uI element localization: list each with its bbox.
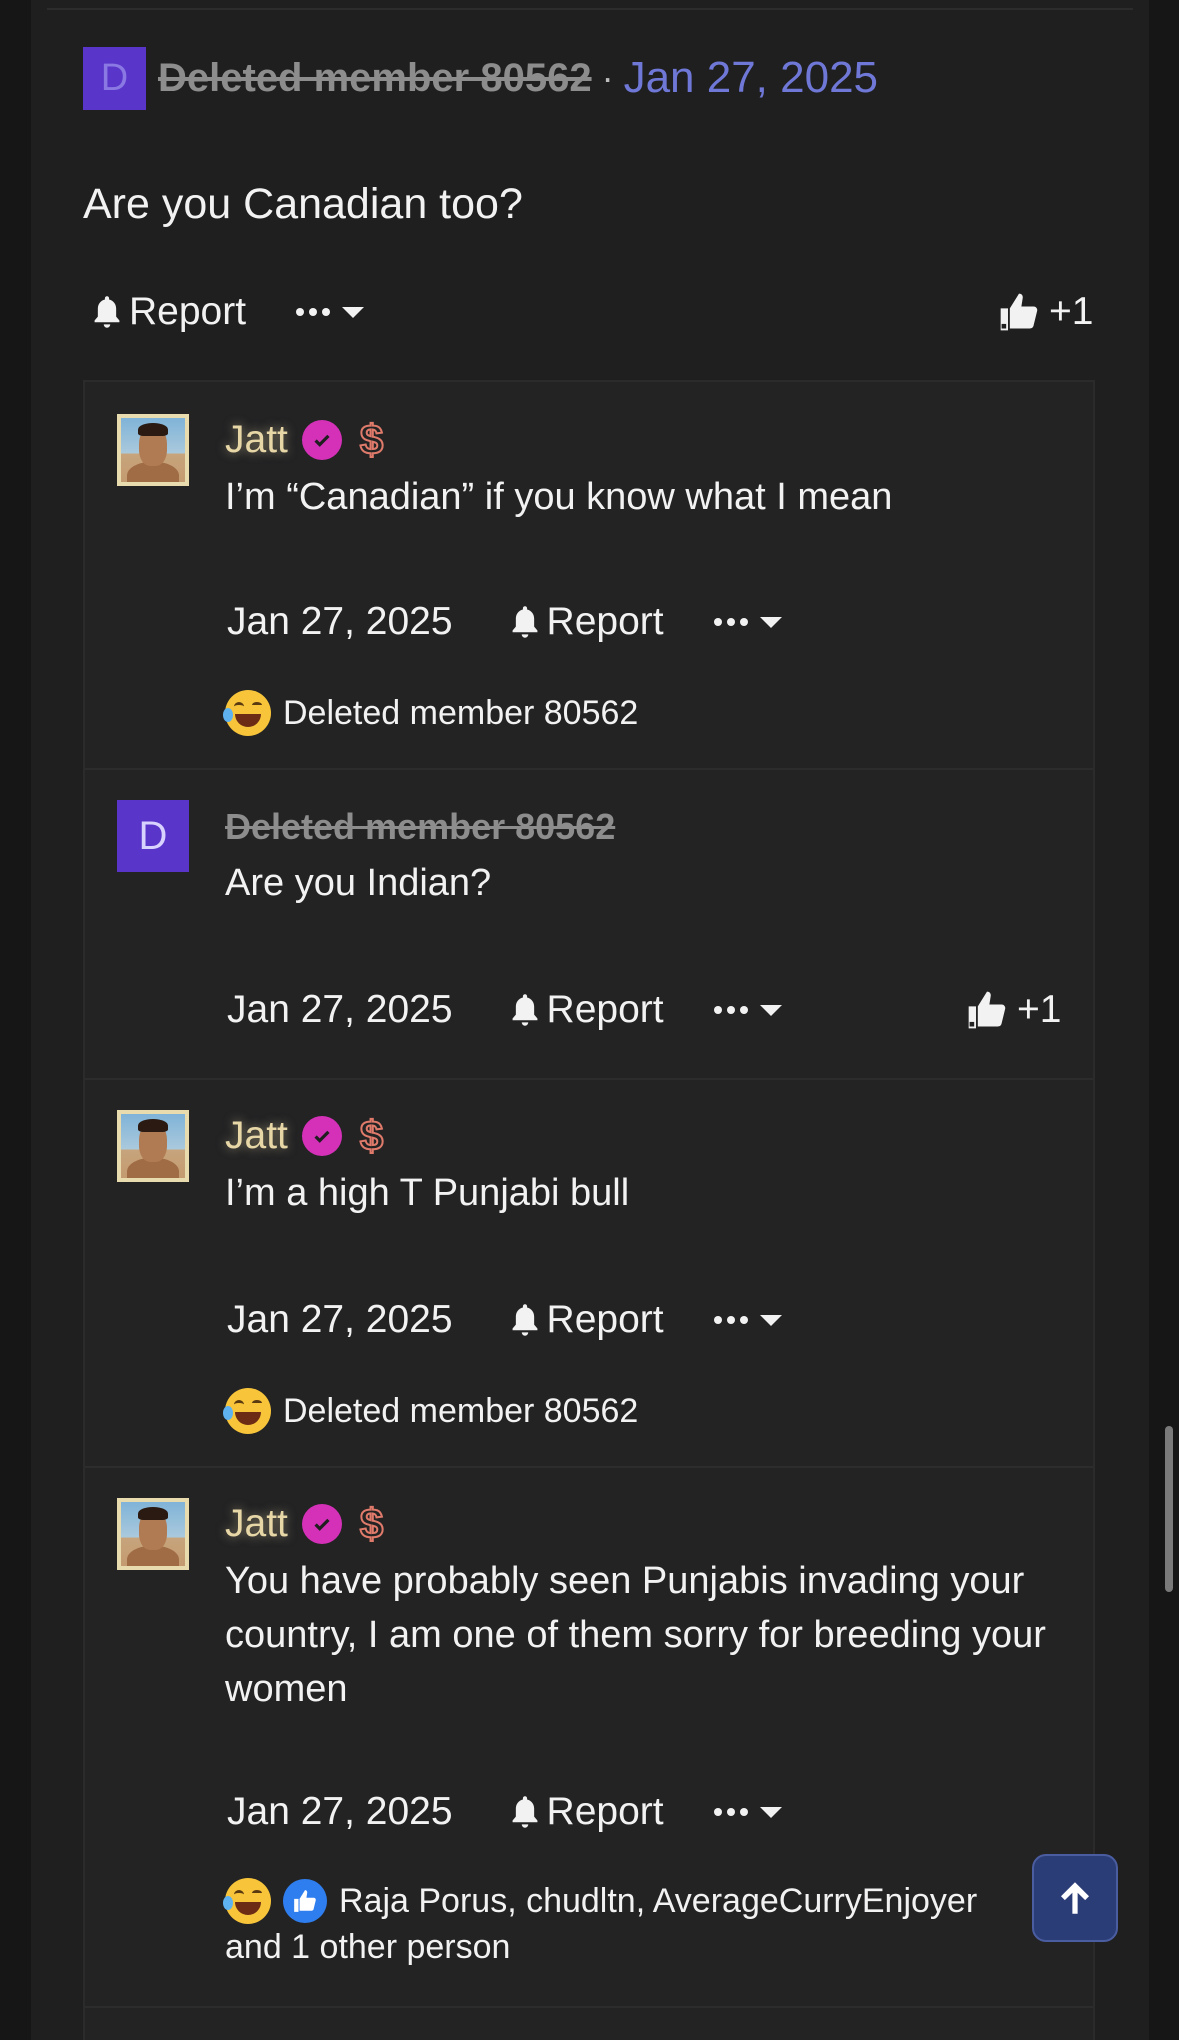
laughing-emoji-icon (223, 1878, 271, 1924)
more-dots-icon (296, 308, 331, 316)
dollar-icon: $ (359, 1111, 384, 1160)
reply-header: Jatt $ (225, 415, 384, 464)
like-emoji-icon (283, 1879, 327, 1923)
reactions-summary[interactable]: Deleted member 80562 (223, 690, 639, 736)
scroll-to-top-button[interactable] (1032, 1854, 1118, 1942)
caret-down-icon (759, 616, 782, 628)
reactions-summary[interactable]: Raja Porus, chudltn, AverageCurryEnjoyer… (223, 1878, 978, 1967)
more-dots-icon (713, 1316, 748, 1324)
more-options-button[interactable] (713, 1004, 782, 1016)
thumbs-up-icon (1000, 293, 1038, 331)
reply-body: You have probably seen Punjabis invading… (225, 1560, 1046, 1710)
thumbs-up-icon (968, 991, 1006, 1029)
scrollbar[interactable] (1165, 1426, 1173, 1592)
more-options-button[interactable] (713, 1806, 782, 1818)
laughing-emoji-icon (223, 690, 271, 736)
reply-date-link[interactable]: Jan 27, 2025 (227, 1298, 453, 1342)
report-button[interactable]: Report (509, 1298, 664, 1342)
bell-icon (512, 606, 537, 638)
reactions-text-more: and 1 other person (225, 1928, 511, 1966)
avatar[interactable]: D (83, 46, 146, 110)
reply-date-link[interactable]: Jan 27, 2025 (227, 1790, 453, 1834)
replies-list: Jatt $ I’m “Canadian” if you know what I… (83, 380, 1095, 2040)
post-actions: Report (91, 290, 365, 334)
more-options-button[interactable] (296, 306, 365, 318)
reactions-text: Raja Porus, chudltn, AverageCurryEnjoyer (339, 1881, 978, 1920)
report-button[interactable]: Report (509, 988, 664, 1032)
reply-actions: Jan 27, 2025 Report (227, 600, 782, 644)
like-count: +1 (1049, 290, 1094, 333)
caret-down-icon (759, 1004, 782, 1016)
reply-date-link[interactable]: Jan 27, 2025 (227, 988, 453, 1032)
reactions-summary[interactable]: Deleted member 80562 (223, 1388, 639, 1434)
caret-down-icon (759, 1806, 782, 1818)
more-dots-icon (713, 618, 748, 626)
reply-item: Jatt $ I’m “Canadian” if you know what I… (85, 382, 1093, 770)
report-button[interactable]: Report (91, 290, 246, 334)
more-dots-icon (713, 1808, 748, 1816)
arrow-up-icon (1061, 1882, 1089, 1914)
dollar-icon: $ (359, 1499, 384, 1548)
verified-check-icon (301, 1116, 342, 1156)
more-options-button[interactable] (713, 616, 782, 628)
reactions-text: Deleted member 80562 (283, 1391, 639, 1430)
post-author: Deleted member 80562 (158, 55, 592, 100)
avatar[interactable] (117, 1110, 189, 1182)
post-body: Are you Canadian too? (83, 180, 523, 228)
reply-item: D Deleted member 80562 Are you Indian? J… (85, 770, 1093, 1080)
reply-body: I’m a high T Punjabi bull (225, 1172, 630, 1214)
report-label: Report (129, 290, 247, 333)
reply-item: Jatt $ I’m a high T Punjabi bull Jan 27,… (85, 1080, 1093, 1468)
bell-icon (512, 1796, 537, 1828)
reply-header: Jatt $ (225, 1111, 384, 1160)
like-button[interactable]: +1 (997, 290, 1093, 334)
reply-actions: Jan 27, 2025 Report (227, 988, 782, 1032)
reply-item (85, 2008, 1093, 2040)
post-header: D Deleted member 80562 · Jan 27, 2025 (83, 46, 878, 110)
report-label: Report (546, 600, 664, 643)
avatar[interactable]: D (117, 800, 189, 872)
caret-down-icon (342, 306, 365, 318)
like-button[interactable]: +1 (965, 988, 1061, 1032)
separator: · (601, 57, 614, 98)
divider (47, 8, 1133, 10)
report-label: Report (546, 1298, 664, 1341)
like-count: +1 (1017, 988, 1062, 1031)
reply-header: Jatt $ (225, 1499, 384, 1548)
reply-date-link[interactable]: Jan 27, 2025 (227, 600, 453, 644)
report-button[interactable]: Report (509, 600, 664, 644)
bell-icon (94, 296, 120, 328)
bell-icon (512, 994, 537, 1026)
bell-icon (512, 1304, 537, 1336)
report-button[interactable]: Report (509, 1790, 664, 1834)
post-date-link[interactable]: Jan 27, 2025 (624, 53, 878, 103)
reply-body: I’m “Canadian” if you know what I mean (225, 476, 893, 518)
reply-body: Are you Indian? (225, 862, 492, 904)
reply-item: Jatt $ You have probably seen Punjabis i… (85, 1468, 1093, 2008)
username-link[interactable]: Jatt (225, 418, 288, 462)
more-dots-icon (713, 1006, 748, 1014)
avatar[interactable] (117, 414, 189, 486)
reply-actions: Jan 27, 2025 Report (227, 1790, 782, 1834)
more-options-button[interactable] (713, 1314, 782, 1326)
thread-page: D Deleted member 80562 · Jan 27, 2025 Ar… (31, 0, 1149, 2040)
username-link[interactable]: Jatt (225, 1114, 288, 1158)
laughing-emoji-icon (223, 1388, 271, 1434)
dollar-icon: $ (359, 415, 384, 464)
username-link[interactable]: Jatt (225, 1502, 288, 1546)
reply-actions: Jan 27, 2025 Report (227, 1298, 782, 1342)
verified-check-icon (301, 420, 342, 460)
verified-check-icon (301, 1504, 342, 1544)
report-label: Report (546, 1790, 664, 1833)
report-label: Report (546, 988, 664, 1031)
reply-header: Deleted member 80562 (225, 806, 615, 848)
reply-author: Deleted member 80562 (225, 806, 616, 847)
reactions-text: Deleted member 80562 (283, 693, 639, 732)
avatar[interactable] (117, 1498, 189, 1570)
caret-down-icon (759, 1314, 782, 1326)
